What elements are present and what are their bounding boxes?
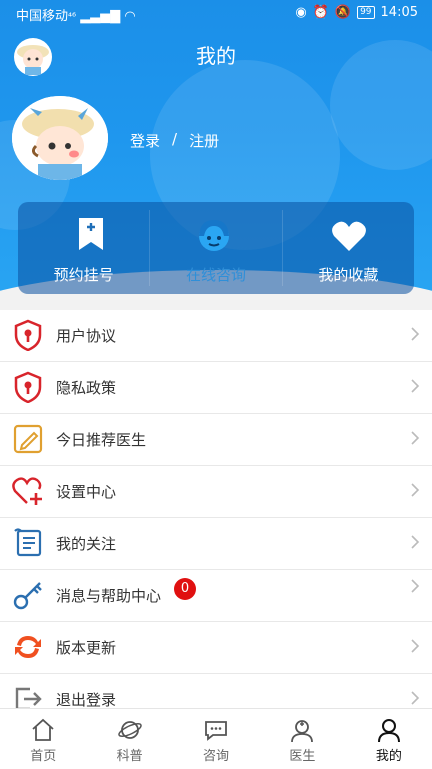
quick-action-favorites[interactable]: 我的收藏 xyxy=(283,202,414,294)
menu-item-privacy-policy[interactable]: 隐私政策 xyxy=(0,362,432,414)
menu-item-following[interactable]: 我的关注 xyxy=(0,518,432,570)
time-text: 14:05 xyxy=(380,5,418,20)
chevron-right-icon xyxy=(411,483,420,497)
chevron-right-icon xyxy=(411,691,420,705)
refresh-icon xyxy=(15,636,41,658)
heart-plus-icon xyxy=(12,477,42,505)
profile-header: 中国移动⁴⁶ ▂▃▅▇ ◠ ◉ ⏰ 🔕 99 14:05 我的 登录 / 注册 … xyxy=(0,0,432,310)
battery-icon: 99 xyxy=(357,6,375,19)
menu-item-label: 设置中心 xyxy=(56,483,117,501)
consultant-icon xyxy=(199,220,230,251)
tab-home[interactable]: 首页 xyxy=(0,709,86,769)
tab-label: 我的 xyxy=(375,749,402,764)
planet-icon xyxy=(117,721,142,739)
person-icon xyxy=(377,719,400,743)
tab-label: 咨询 xyxy=(203,749,230,764)
menu-item-version-update[interactable]: 版本更新 xyxy=(0,622,432,674)
carrier-text: 中国移动 xyxy=(16,9,69,24)
chevron-right-icon xyxy=(411,379,420,393)
menu-item-label: 版本更新 xyxy=(56,639,117,657)
quick-actions-panel: 预约挂号 在线咨询 我的收藏 xyxy=(18,202,414,294)
doctor-icon xyxy=(291,720,314,743)
quick-action-consult[interactable]: 在线咨询 xyxy=(150,202,281,294)
signal-text: ⁴⁶ xyxy=(68,12,77,23)
menu-item-label: 隐私政策 xyxy=(56,379,117,397)
status-bar: 中国移动⁴⁶ ▂▃▅▇ ◠ ◉ ⏰ 🔕 99 14:05 xyxy=(0,0,432,26)
eye-icon: ◉ xyxy=(295,5,307,20)
login-register: 登录 / 注册 xyxy=(130,130,219,151)
home-icon xyxy=(32,718,54,741)
chevron-right-icon xyxy=(411,639,420,653)
chat-icon xyxy=(205,721,227,741)
signal-icon: ▂▃▅▇ xyxy=(80,9,121,24)
edit-note-icon xyxy=(13,424,43,454)
tab-label: 医生 xyxy=(289,749,316,764)
tab-doctor[interactable]: 医生 xyxy=(259,709,345,769)
shield-key-icon xyxy=(14,371,42,403)
scroll-icon xyxy=(14,528,42,557)
tab-science[interactable]: 科普 xyxy=(86,709,172,769)
menu-item-recommended-doctors[interactable]: 今日推荐医生 xyxy=(0,414,432,466)
shield-key-icon xyxy=(14,319,42,351)
quick-action-label: 预约挂号 xyxy=(53,266,114,284)
bottom-tab-bar: 首页 科普 咨询 医生 我的 xyxy=(0,708,432,769)
chevron-right-icon xyxy=(411,431,420,445)
menu-item-messages-help[interactable]: 消息与帮助中心 xyxy=(0,570,432,622)
tab-label: 科普 xyxy=(116,749,143,764)
quick-action-appointment[interactable]: 预约挂号 xyxy=(18,202,149,294)
chevron-right-icon xyxy=(411,579,420,593)
chevron-right-icon xyxy=(411,327,420,341)
login-link[interactable]: 登录 xyxy=(130,130,160,151)
chevron-right-icon xyxy=(411,535,420,549)
tab-consult[interactable]: 咨询 xyxy=(173,709,259,769)
menu-list: 用户协议 隐私政策 今日推荐医生 设置中心 我的关注 消息与帮助中心 版本更新 … xyxy=(0,310,432,726)
alarm-icon: ⏰ xyxy=(312,5,329,20)
avatar[interactable] xyxy=(12,96,108,180)
menu-item-label: 用户协议 xyxy=(56,327,117,345)
menu-item-label: 消息与帮助中心 xyxy=(56,587,162,605)
message-count-badge: 0 xyxy=(174,578,196,600)
quick-action-label: 在线咨询 xyxy=(185,266,246,284)
login-separator: / xyxy=(172,130,178,148)
page-title: 我的 xyxy=(196,44,236,68)
menu-item-label: 今日推荐医生 xyxy=(56,431,147,449)
tab-mine[interactable]: 我的 xyxy=(346,709,432,769)
menu-item-settings[interactable]: 设置中心 xyxy=(0,466,432,518)
wifi-icon: ◠ xyxy=(124,9,136,24)
mute-icon: 🔕 xyxy=(334,5,352,20)
menu-item-user-agreement[interactable]: 用户协议 xyxy=(0,310,432,362)
key-icon xyxy=(13,582,42,610)
tab-label: 首页 xyxy=(30,749,57,764)
heart-icon xyxy=(331,221,366,251)
register-link[interactable]: 注册 xyxy=(189,130,219,151)
menu-item-label: 我的关注 xyxy=(56,535,117,553)
menu-item-label: 退出登录 xyxy=(56,691,117,709)
quick-action-label: 我的收藏 xyxy=(318,266,379,284)
bookmark-plus-icon xyxy=(79,218,103,250)
